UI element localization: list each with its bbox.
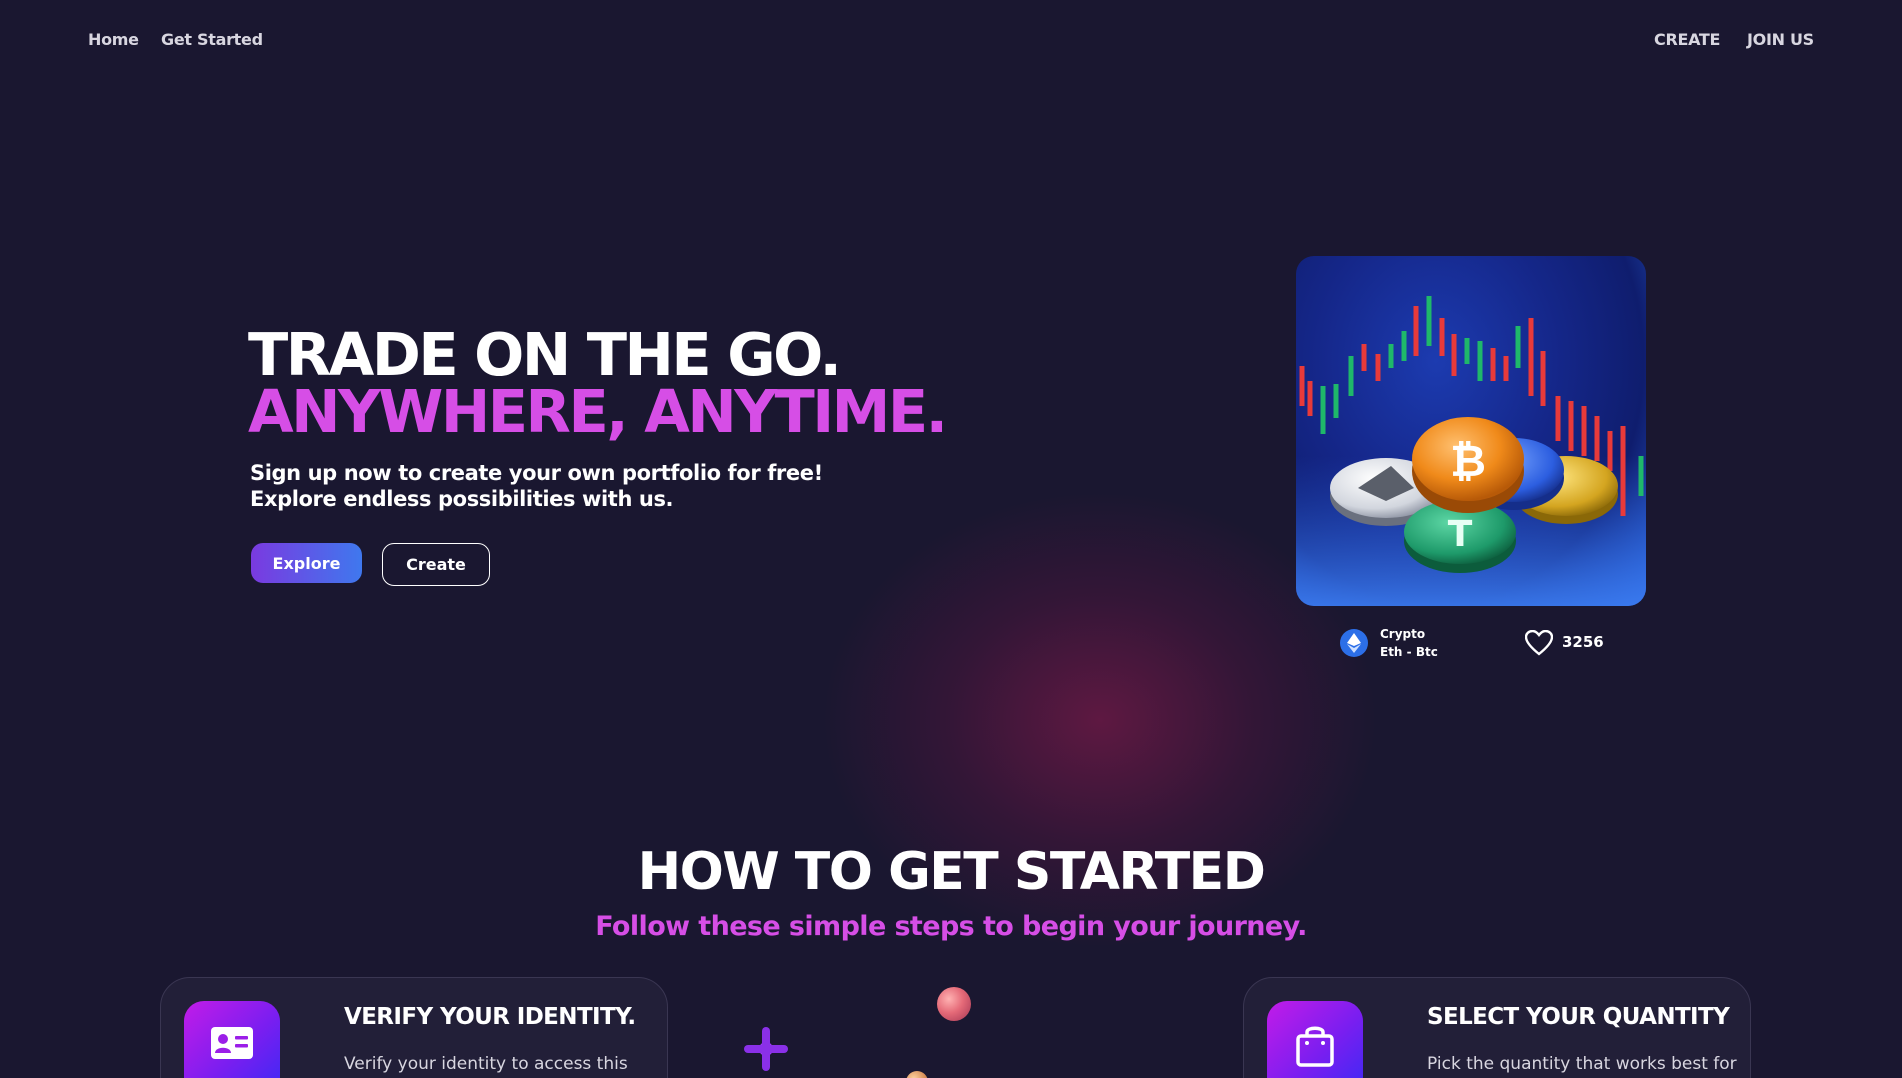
step-card-verify[interactable]: VERIFY YOUR IDENTITY. Verify your identi…	[160, 977, 668, 1078]
step-card-quantity[interactable]: SELECT YOUR QUANTITY Pick the quantity t…	[1243, 977, 1751, 1078]
id-card-icon	[184, 1001, 280, 1078]
nav-get-started-link[interactable]: Get Started	[161, 30, 263, 49]
shopping-bag-icon	[1267, 1001, 1363, 1078]
sparkle-icon	[744, 1027, 788, 1071]
page: Home Get Started CREATE JOIN US TRADE ON…	[0, 0, 1902, 1078]
nav-create-link[interactable]: CREATE	[1654, 30, 1720, 49]
decorative-sphere	[937, 987, 971, 1021]
heart-icon[interactable]	[1524, 629, 1554, 656]
nav-home-link[interactable]: Home	[88, 30, 139, 49]
card-category: Crypto	[1380, 627, 1426, 641]
card-meta: Crypto Eth - Btc 3256	[1340, 625, 1610, 661]
hero-subtitle-line2: Explore endless possibilities with us.	[250, 487, 674, 511]
hero-title: TRADE ON THE GO. ANYWHERE, ANYTIME.	[248, 320, 948, 446]
step-title: VERIFY YOUR IDENTITY.	[344, 1004, 636, 1030]
nav-join-us-link[interactable]: JOIN US	[1747, 30, 1814, 49]
explore-button[interactable]: Explore	[251, 543, 362, 583]
step-text: Pick the quantity that works best for	[1427, 1054, 1737, 1074]
card-pair: Eth - Btc	[1380, 645, 1438, 659]
likes-count: 3256	[1562, 633, 1604, 651]
top-nav: Home Get Started CREATE JOIN US	[0, 0, 1902, 80]
step-text: Verify your identity to access this	[344, 1054, 628, 1074]
ethereum-icon	[1340, 629, 1368, 657]
candlestick-chart-illustration: T ₿	[1296, 296, 1646, 606]
section-subtitle: Follow these simple steps to begin your …	[595, 911, 1307, 942]
crypto-coins-chart-image[interactable]: T ₿	[1296, 256, 1646, 606]
hero-subtitle: Sign up now to create your own portfolio…	[250, 460, 823, 512]
card-meta-text: Crypto Eth - Btc	[1380, 625, 1438, 661]
svg-text:₿: ₿	[1450, 436, 1486, 487]
create-button[interactable]: Create	[382, 543, 490, 586]
svg-text:T: T	[1448, 514, 1473, 555]
step-title: SELECT YOUR QUANTITY	[1427, 1004, 1730, 1030]
decorative-sphere-small	[906, 1071, 928, 1078]
hero-title-line1: TRADE ON THE GO.	[248, 320, 842, 389]
hero-title-line2: ANYWHERE, ANYTIME.	[248, 377, 948, 446]
hero-subtitle-line1: Sign up now to create your own portfolio…	[250, 461, 823, 485]
section-title: HOW TO GET STARTED	[637, 842, 1266, 902]
